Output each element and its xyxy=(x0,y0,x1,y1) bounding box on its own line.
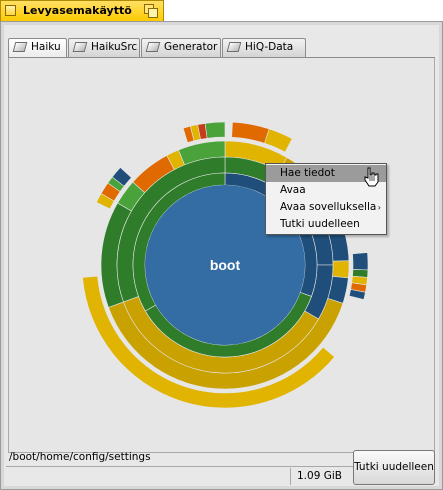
folder-segment[interactable] xyxy=(231,121,270,144)
size-value: 1.09 GiB xyxy=(297,470,342,482)
folder-segment[interactable] xyxy=(264,128,293,153)
rescan-button-label: Tutki uudelleen xyxy=(354,461,434,473)
menu-item-get-info[interactable]: Hae tiedot xyxy=(266,165,386,187)
selected-path: /boot/home/config/settings xyxy=(9,451,151,463)
tab-hiq-data[interactable]: HiQ-Data xyxy=(222,38,306,57)
submenu-arrow-icon: › xyxy=(377,203,381,212)
tab-haiku[interactable]: Haiku xyxy=(8,38,67,58)
menu-item-open-with[interactable]: Avaa sovelluksella › xyxy=(266,199,386,216)
menu-item-label: Hae tiedot xyxy=(280,167,335,179)
center-folder-label: boot xyxy=(210,257,241,273)
tab-label: Haiku xyxy=(31,41,61,53)
menu-item-label: Avaa sovelluksella xyxy=(280,201,377,213)
usage-chart-panel: boot Hae tiedot Avaa Avaa sovelluksella … xyxy=(8,58,435,453)
tab-generator[interactable]: Generator xyxy=(141,38,221,57)
window-content: Haiku HaikuSrc Generator HiQ-Data boot H… xyxy=(4,25,439,486)
menu-item-label: Avaa xyxy=(280,184,306,196)
disk-usage-sunburst[interactable]: boot xyxy=(9,58,436,455)
folder-segment[interactable] xyxy=(204,121,226,139)
folder-segment[interactable] xyxy=(332,260,350,279)
zoom-icon[interactable] xyxy=(144,4,158,18)
volume-icon xyxy=(145,42,161,52)
menu-item-open[interactable]: Avaa xyxy=(266,182,386,199)
context-menu: Hae tiedot Avaa Avaa sovelluksella › Tut… xyxy=(265,163,387,235)
tab-label: HaikuSrc xyxy=(91,41,138,53)
folder-segment[interactable] xyxy=(352,252,369,271)
close-icon[interactable] xyxy=(5,5,16,16)
window-title-tab[interactable]: Levyasemakäyttö xyxy=(0,0,164,21)
menu-item-label: Tutki uudelleen xyxy=(280,218,360,230)
tab-label: Generator xyxy=(164,41,218,53)
window-title: Levyasemakäyttö xyxy=(23,4,132,17)
size-readout: 1.09 GiB xyxy=(290,468,350,485)
volume-tab-bar: Haiku HaikuSrc Generator HiQ-Data xyxy=(8,38,435,58)
rescan-button[interactable]: Tutki uudelleen xyxy=(353,450,435,485)
volume-icon xyxy=(72,42,88,52)
volume-icon xyxy=(226,42,242,52)
volume-icon xyxy=(12,42,28,52)
tab-label: HiQ-Data xyxy=(245,41,294,53)
menu-item-rescan[interactable]: Tutki uudelleen xyxy=(266,216,386,233)
status-divider xyxy=(6,466,353,467)
window-frame: Haiku HaikuSrc Generator HiQ-Data boot H… xyxy=(0,21,443,490)
tab-haikusrc[interactable]: HaikuSrc xyxy=(68,38,140,57)
